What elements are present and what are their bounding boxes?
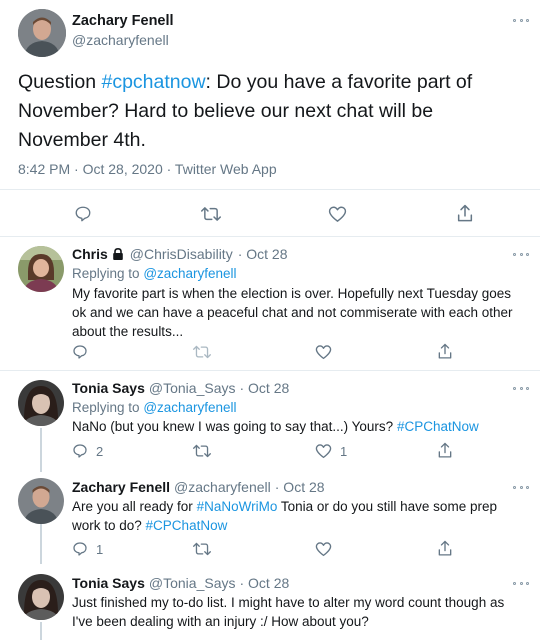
reply-avatar[interactable] — [18, 246, 64, 292]
reply-count: 1 — [96, 541, 104, 557]
reply-header: Tonia Says @Tonia_Says · Oct 28 — [72, 575, 289, 591]
thread-line — [40, 428, 42, 472]
author-avatar[interactable] — [18, 9, 66, 57]
retweet-icon — [193, 542, 211, 556]
reply-icon — [73, 444, 87, 458]
reply-header: Zachary Fenell @zacharyfenell · Oct 28 — [72, 479, 325, 495]
like-button[interactable] — [315, 344, 340, 360]
reply-text-part: Are you all ready for — [72, 499, 197, 514]
share-button[interactable] — [437, 540, 453, 557]
reply-avatar[interactable] — [18, 380, 64, 426]
heart-icon — [315, 444, 332, 459]
reply-author-handle[interactable]: @zacharyfenell — [174, 479, 271, 495]
tweet-text-part: Question — [18, 71, 102, 93]
reply-button[interactable]: 1 — [72, 541, 103, 557]
like-count: 1 — [340, 443, 348, 459]
retweet-icon — [201, 207, 221, 221]
heart-icon — [328, 206, 347, 222]
hashtag-link[interactable]: #CPChatNow — [397, 419, 479, 434]
divider — [0, 189, 540, 190]
thread-line — [40, 524, 42, 564]
heart-icon — [315, 542, 332, 557]
reply-avatar[interactable] — [18, 574, 64, 620]
reply-author-name[interactable]: Zachary Fenell — [72, 479, 170, 495]
reply-button[interactable] — [74, 205, 92, 223]
reply-text: Are you all ready for #NaNoWriMo Tonia o… — [72, 497, 527, 535]
hashtag-link[interactable]: #CPChatNow — [146, 518, 228, 533]
reply-avatar[interactable] — [18, 478, 64, 524]
like-button[interactable] — [328, 205, 347, 223]
replying-to-link[interactable]: @zacharyfenell — [143, 400, 236, 415]
share-button[interactable] — [437, 442, 453, 459]
reply-text: NaNo (but you knew I was going to say th… — [72, 417, 527, 436]
replying-to-link[interactable]: @zacharyfenell — [143, 266, 236, 281]
lock-icon — [112, 247, 123, 260]
author-name[interactable]: Zachary Fenell — [72, 13, 174, 29]
thread-line — [40, 622, 42, 640]
reply-button[interactable] — [72, 344, 96, 360]
replying-to-label: Replying to — [72, 266, 140, 281]
share-button[interactable] — [456, 204, 474, 223]
reply-icon — [75, 206, 91, 222]
hashtag-link[interactable]: #cpchatnow — [101, 71, 205, 93]
retweet-icon — [193, 345, 211, 359]
retweet-button[interactable] — [193, 541, 211, 557]
tweet-timestamp[interactable]: 8:42 PM · Oct 28, 2020 · Twitter Web App — [18, 161, 277, 177]
retweet-icon — [193, 444, 211, 458]
reply-header: Tonia Says @Tonia_Says · Oct 28 — [72, 380, 289, 396]
reply-date[interactable]: · Oct 28 — [239, 575, 289, 591]
hashtag-link[interactable]: #NaNoWriMo — [197, 499, 278, 514]
reply-text: Just finished my to-do list. I might hav… — [72, 595, 505, 629]
reply-icon — [73, 542, 87, 556]
like-button[interactable] — [315, 541, 340, 557]
reply-avatar-image — [18, 574, 64, 620]
author-handle[interactable]: @zacharyfenell — [72, 32, 169, 48]
reply-button[interactable]: 2 — [72, 443, 103, 459]
reply-text: My favorite part is when the election is… — [72, 286, 513, 339]
replying-to: Replying to @zacharyfenell — [72, 398, 237, 417]
reply-author-name[interactable]: Chris — [72, 246, 108, 262]
replying-to: Replying to @zacharyfenell — [72, 264, 237, 283]
share-icon — [438, 343, 452, 359]
more-options-icon[interactable] — [513, 17, 529, 23]
reply-avatar-image — [18, 246, 64, 292]
reply-author-name[interactable]: Tonia Says — [72, 380, 145, 396]
reply-count: 2 — [96, 443, 104, 459]
tweet-text: Question #cpchatnow: Do you have a favor… — [18, 68, 498, 155]
reply-author-handle[interactable]: @ChrisDisability — [130, 246, 233, 262]
reply-date[interactable]: · Oct 28 — [238, 246, 288, 262]
reply-author-handle[interactable]: @Tonia_Says — [149, 380, 236, 396]
author-avatar-image — [18, 9, 66, 57]
like-button[interactable]: 1 — [315, 443, 347, 459]
divider — [0, 370, 540, 371]
reply-header: Chris @ChrisDisability · Oct 28 — [72, 246, 288, 262]
more-options-icon[interactable] — [513, 385, 529, 391]
retweet-button[interactable] — [193, 443, 211, 459]
more-options-icon[interactable] — [513, 484, 529, 490]
share-button[interactable] — [437, 343, 453, 360]
retweet-button[interactable] — [201, 205, 221, 223]
divider — [0, 236, 540, 237]
share-icon — [457, 204, 473, 222]
reply-author-handle[interactable]: @Tonia_Says — [149, 575, 236, 591]
heart-icon — [315, 345, 332, 360]
more-options-icon[interactable] — [513, 251, 529, 257]
share-icon — [438, 540, 452, 556]
reply-date[interactable]: · Oct 28 — [275, 479, 325, 495]
retweet-button[interactable] — [193, 344, 211, 360]
reply-icon — [73, 345, 87, 359]
replying-to-label: Replying to — [72, 400, 140, 415]
reply-date[interactable]: · Oct 28 — [239, 380, 289, 396]
reply-author-name[interactable]: Tonia Says — [72, 575, 145, 591]
reply-avatar-image — [18, 478, 64, 524]
more-options-icon[interactable] — [513, 580, 529, 586]
reply-text-part: NaNo (but you knew I was going to say th… — [72, 419, 397, 434]
share-icon — [438, 442, 452, 458]
reply-avatar-image — [18, 380, 64, 426]
